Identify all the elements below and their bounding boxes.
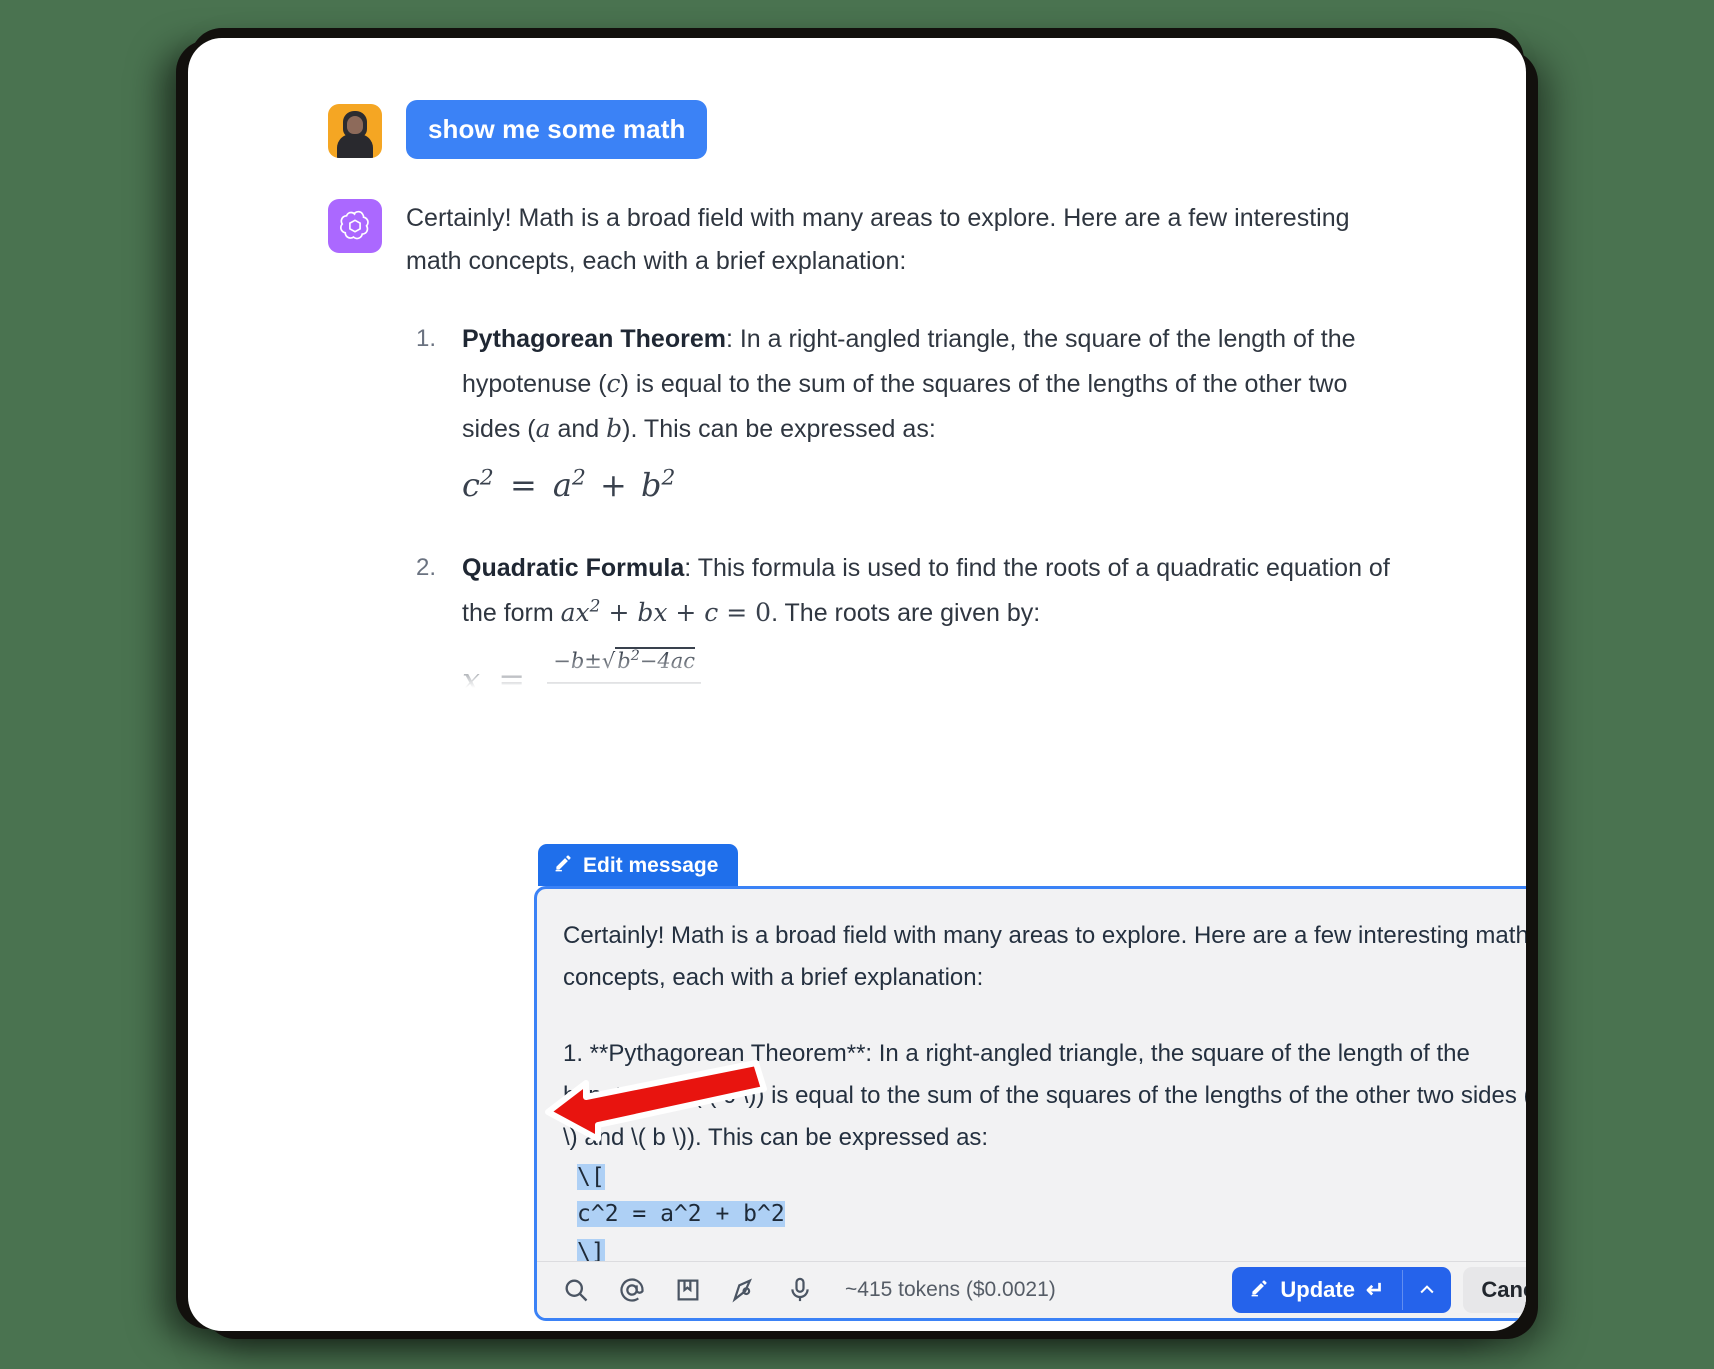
selected-text: c^2 = a^2 + b^2 (577, 1201, 785, 1228)
list-item-quadratic: Quadratic Formula: This formula is used … (416, 547, 1406, 698)
textarea-paragraph-2: 1. **Pythagorean Theorem**: In a right-a… (563, 1040, 1526, 1151)
pencil-icon (554, 853, 573, 878)
mention-icon[interactable] (615, 1273, 649, 1307)
pen-tool-icon[interactable] (727, 1273, 761, 1307)
textarea-paragraph-1: Certainly! Math is a broad field with ma… (563, 922, 1526, 991)
avatar-torso (337, 134, 373, 158)
update-button[interactable]: Update ↵ (1232, 1267, 1402, 1313)
token-count-label: ~415 tokens ($0.0021) (845, 1278, 1056, 1301)
conversation-area: show me some math Certainly! Math is a b… (188, 38, 1526, 698)
textarea-blank-line (563, 999, 1526, 1033)
message-editor: Edit message Certainly! Math is a broad … (534, 844, 1526, 1321)
latex-code-line-open[interactable]: \[ (563, 1159, 1526, 1196)
chevron-up-icon[interactable] (1402, 1270, 1451, 1310)
list-item-pythagorean: Pythagorean Theorem: In a right-angled t… (416, 318, 1406, 513)
update-button-group[interactable]: Update ↵ (1232, 1267, 1452, 1313)
point-body-2: . The roots are given by: (771, 599, 1041, 627)
update-button-label: Update (1280, 1277, 1355, 1302)
edit-message-tab-label: Edit message (583, 853, 719, 877)
fraction-numerator: −b±√b2−4ac (547, 643, 702, 684)
pythagorean-formula: c2 = a2 + b2 (462, 465, 676, 505)
screenshot-root: show me some math Certainly! Math is a b… (0, 0, 1714, 1369)
message-textarea[interactable]: Certainly! Math is a broad field with ma… (537, 889, 1526, 1267)
editor-actions: Update ↵ Cancel ↺ (1232, 1267, 1526, 1313)
user-message-row: show me some math (328, 100, 1466, 159)
selected-text: \[ (577, 1164, 605, 1190)
quadratic-formula: x = −b±√b2−4ac 2a (462, 642, 1406, 698)
user-avatar (328, 104, 382, 158)
var-a: a (535, 413, 551, 443)
app-card: show me some math Certainly! Math is a b… (188, 38, 1526, 1331)
math-concepts-list: Pythagorean Theorem: In a right-angled t… (406, 318, 1406, 698)
quadratic-inline-equation: ax2 + bx + c = 0 (560, 596, 772, 627)
microphone-icon[interactable] (783, 1273, 817, 1307)
avatar-face (347, 116, 363, 134)
enter-key-hint: ↵ (1365, 1277, 1385, 1302)
var-c: c (606, 368, 621, 398)
point-body-3: and (550, 414, 607, 443)
editor-textarea-container[interactable]: Certainly! Math is a broad field with ma… (534, 886, 1526, 1321)
fraction-denominator: 2a (547, 684, 701, 699)
book-icon[interactable] (671, 1273, 705, 1307)
editor-toolbar: ~415 tokens ($0.0021) Update ↵ Can (537, 1261, 1526, 1318)
cancel-button-label: Cancel (1481, 1277, 1526, 1302)
openai-logo-icon (328, 198, 382, 253)
point-title: Pythagorean Theorem (462, 325, 726, 353)
assistant-message-body: Certainly! Math is a broad field with ma… (406, 195, 1406, 699)
point-title: Quadratic Formula (462, 554, 685, 583)
search-icon[interactable] (559, 1273, 593, 1307)
var-b: b (606, 413, 623, 443)
user-message-bubble[interactable]: show me some math (406, 100, 708, 159)
assistant-message-row: Certainly! Math is a broad field with ma… (328, 195, 1466, 699)
pencil-icon (1250, 1277, 1269, 1303)
assistant-intro-text: Certainly! Math is a broad field with ma… (406, 203, 1350, 276)
point-body-4: ). This can be expressed as: (622, 414, 936, 443)
cancel-button[interactable]: Cancel ↺ (1463, 1267, 1526, 1313)
edit-message-tab[interactable]: Edit message (538, 844, 739, 886)
latex-code-line-formula[interactable]: c^2 = a^2 + b^2 (563, 1196, 1526, 1233)
